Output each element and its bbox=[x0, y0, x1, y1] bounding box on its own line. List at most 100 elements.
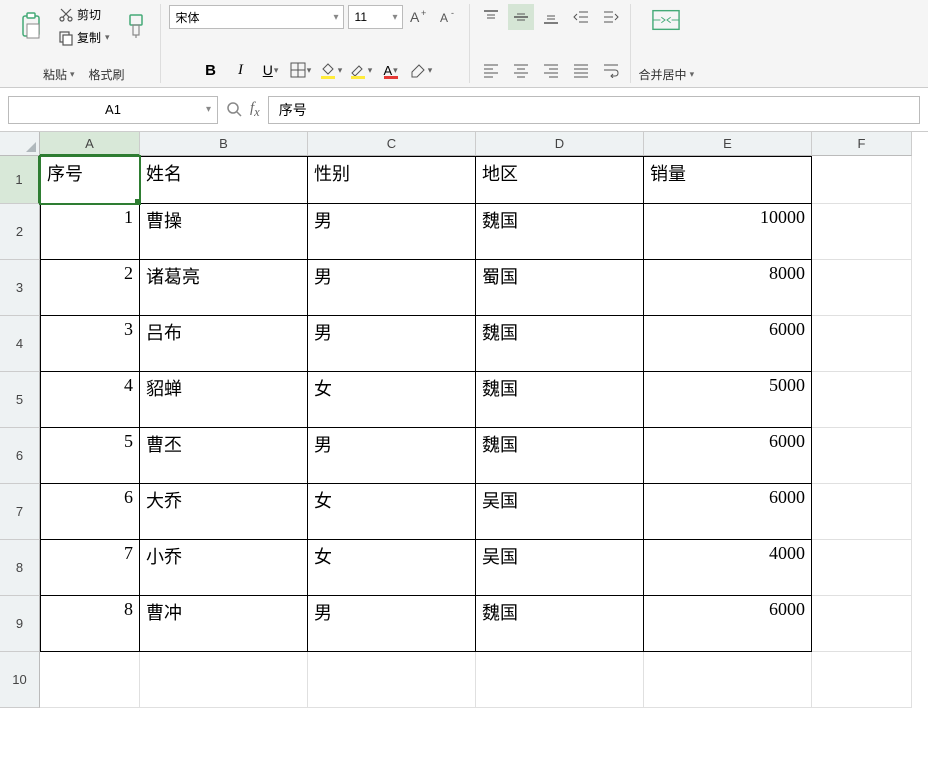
row-header-7[interactable]: 7 bbox=[0, 484, 40, 540]
cell-name[interactable]: 曹冲 bbox=[140, 596, 308, 652]
cell-region[interactable]: 魏国 bbox=[476, 204, 644, 260]
align-top-button[interactable] bbox=[478, 4, 504, 30]
cell-id[interactable]: 2 bbox=[40, 260, 140, 316]
cell-id[interactable]: 4 bbox=[40, 372, 140, 428]
column-header-B[interactable]: B bbox=[140, 132, 308, 156]
cell-region[interactable]: 魏国 bbox=[476, 316, 644, 372]
cell-empty[interactable] bbox=[812, 260, 912, 316]
column-header-E[interactable]: E bbox=[644, 132, 812, 156]
row-header-2[interactable]: 2 bbox=[0, 204, 40, 260]
search-icon[interactable] bbox=[226, 101, 244, 119]
column-header-D[interactable]: D bbox=[476, 132, 644, 156]
cell-gender[interactable]: 男 bbox=[308, 260, 476, 316]
cell-region[interactable]: 魏国 bbox=[476, 596, 644, 652]
italic-button[interactable]: I bbox=[228, 57, 254, 83]
merge-center-button[interactable] bbox=[648, 4, 684, 36]
cell-id[interactable]: 1 bbox=[40, 204, 140, 260]
format-painter-button[interactable] bbox=[118, 10, 154, 42]
cell-empty[interactable] bbox=[812, 156, 912, 204]
cell-header[interactable]: 性别 bbox=[308, 156, 476, 204]
fx-icon[interactable]: fx bbox=[250, 100, 260, 120]
cell-empty[interactable] bbox=[812, 540, 912, 596]
column-header-C[interactable]: C bbox=[308, 132, 476, 156]
font-name-select[interactable]: 宋体 bbox=[169, 5, 344, 29]
decrease-font-button[interactable]: A- bbox=[437, 4, 463, 30]
cell-empty[interactable] bbox=[140, 652, 308, 708]
decrease-indent-button[interactable] bbox=[568, 4, 594, 30]
cell-empty[interactable] bbox=[812, 652, 912, 708]
cell-empty[interactable] bbox=[812, 596, 912, 652]
align-left-button[interactable] bbox=[478, 57, 504, 83]
row-header-4[interactable]: 4 bbox=[0, 316, 40, 372]
cell-empty[interactable] bbox=[476, 652, 644, 708]
cell-empty[interactable] bbox=[812, 372, 912, 428]
cell-sales[interactable]: 8000 bbox=[644, 260, 812, 316]
cell-region[interactable]: 魏国 bbox=[476, 372, 644, 428]
align-bottom-button[interactable] bbox=[538, 4, 564, 30]
cell-sales[interactable]: 4000 bbox=[644, 540, 812, 596]
cell-sales[interactable]: 6000 bbox=[644, 596, 812, 652]
cell-region[interactable]: 魏国 bbox=[476, 428, 644, 484]
increase-font-button[interactable]: A+ bbox=[407, 4, 433, 30]
font-color-button[interactable]: A▾ bbox=[378, 57, 404, 83]
formula-input[interactable]: 序号 bbox=[268, 96, 920, 124]
cell-name[interactable]: 曹操 bbox=[140, 204, 308, 260]
row-header-6[interactable]: 6 bbox=[0, 428, 40, 484]
align-center-button[interactable] bbox=[508, 57, 534, 83]
paste-label[interactable]: 粘贴▾ bbox=[43, 66, 75, 83]
wrap-text-button[interactable] bbox=[598, 57, 624, 83]
cell-id[interactable]: 5 bbox=[40, 428, 140, 484]
fill-color-button[interactable]: ▾ bbox=[318, 57, 344, 83]
cell-name[interactable]: 小乔 bbox=[140, 540, 308, 596]
cell-gender[interactable]: 女 bbox=[308, 372, 476, 428]
eraser-button[interactable]: ▾ bbox=[408, 57, 434, 83]
font-size-select[interactable]: 11 bbox=[348, 5, 403, 29]
cell-sales[interactable]: 6000 bbox=[644, 428, 812, 484]
cell-name[interactable]: 大乔 bbox=[140, 484, 308, 540]
cell-gender[interactable]: 男 bbox=[308, 596, 476, 652]
borders-button[interactable]: ▾ bbox=[288, 57, 314, 83]
cell-id[interactable]: 3 bbox=[40, 316, 140, 372]
bold-button[interactable]: B bbox=[198, 57, 224, 83]
cell-sales[interactable]: 10000 bbox=[644, 204, 812, 260]
cut-button[interactable]: 剪切 bbox=[54, 4, 114, 25]
cell-region[interactable]: 吴国 bbox=[476, 540, 644, 596]
paste-button[interactable] bbox=[14, 10, 50, 42]
cell-header[interactable]: 姓名 bbox=[140, 156, 308, 204]
name-box[interactable]: A1 bbox=[8, 96, 218, 124]
cell-gender[interactable]: 女 bbox=[308, 484, 476, 540]
cell-region[interactable]: 吴国 bbox=[476, 484, 644, 540]
underline-button[interactable]: U▾ bbox=[258, 57, 284, 83]
row-header-3[interactable]: 3 bbox=[0, 260, 40, 316]
row-header-1[interactable]: 1 bbox=[0, 156, 40, 204]
cell-name[interactable]: 曹丕 bbox=[140, 428, 308, 484]
cell-sales[interactable]: 5000 bbox=[644, 372, 812, 428]
cell-id[interactable]: 8 bbox=[40, 596, 140, 652]
cell-empty[interactable] bbox=[644, 652, 812, 708]
cell-empty[interactable] bbox=[812, 316, 912, 372]
row-header-9[interactable]: 9 bbox=[0, 596, 40, 652]
cell-empty[interactable] bbox=[40, 652, 140, 708]
cell-name[interactable]: 貂蝉 bbox=[140, 372, 308, 428]
cell-gender[interactable]: 女 bbox=[308, 540, 476, 596]
cell-id[interactable]: 6 bbox=[40, 484, 140, 540]
cell-region[interactable]: 蜀国 bbox=[476, 260, 644, 316]
cell-gender[interactable]: 男 bbox=[308, 316, 476, 372]
align-middle-button[interactable] bbox=[508, 4, 534, 30]
cell-sales[interactable]: 6000 bbox=[644, 316, 812, 372]
cell-header[interactable]: 销量 bbox=[644, 156, 812, 204]
cell-empty[interactable] bbox=[812, 428, 912, 484]
cell-name[interactable]: 诸葛亮 bbox=[140, 260, 308, 316]
select-all-corner[interactable] bbox=[0, 132, 40, 156]
cell-name[interactable]: 吕布 bbox=[140, 316, 308, 372]
cell-empty[interactable] bbox=[812, 204, 912, 260]
cell-gender[interactable]: 男 bbox=[308, 428, 476, 484]
copy-button[interactable]: 复制 ▾ bbox=[54, 27, 114, 48]
row-header-5[interactable]: 5 bbox=[0, 372, 40, 428]
increase-indent-button[interactable] bbox=[598, 4, 624, 30]
highlight-button[interactable]: ▾ bbox=[348, 57, 374, 83]
merge-center-label[interactable]: 合并居中▾ bbox=[639, 66, 695, 83]
row-header-8[interactable]: 8 bbox=[0, 540, 40, 596]
column-header-A[interactable]: A bbox=[40, 132, 140, 156]
cell-sales[interactable]: 6000 bbox=[644, 484, 812, 540]
